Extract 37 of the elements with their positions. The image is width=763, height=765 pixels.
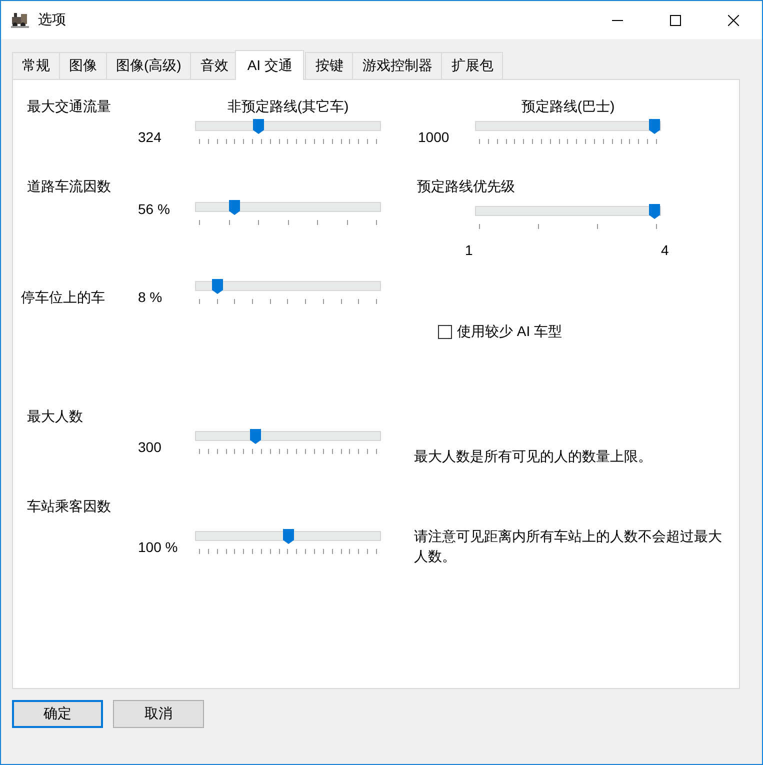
scale-label: 4 [661, 241, 669, 259]
slider-value: 100 % [138, 538, 178, 556]
scale-label: 1 [465, 241, 473, 259]
close-icon [728, 14, 738, 26]
slider-value: 300 [138, 438, 162, 456]
slider-caption: 预定路线(巴士) [520, 97, 616, 115]
slider-caption: 非预定路线(其它车) [226, 97, 350, 115]
note-text: 最大人数是所有可见的人的数量上限。 [414, 447, 653, 466]
tab[interactable]: 常规 [12, 52, 60, 79]
locomotive-icon [11, 12, 29, 28]
slider-heading: 最大人数 [27, 407, 83, 425]
slider-thumb[interactable] [212, 279, 223, 294]
slider-value: 56 % [138, 200, 170, 218]
maximize-icon [670, 14, 680, 26]
slider-thumb[interactable] [250, 429, 261, 444]
slider-thumb[interactable] [253, 119, 264, 134]
tab[interactable]: AI 交通 [235, 50, 304, 80]
dialog-button[interactable]: 确定 [12, 700, 103, 728]
tab[interactable]: 扩展包 [441, 52, 504, 79]
slider-value: 1000 [418, 128, 450, 146]
window-title: 选项 [38, 11, 66, 29]
checkbox-label: 使用较少 AI 车型 [457, 323, 562, 341]
slider-heading: 预定路线优先级 [417, 177, 515, 195]
checkbox[interactable] [438, 325, 452, 339]
slider-thumb[interactable] [649, 204, 660, 219]
slider-thumb[interactable] [282, 529, 294, 544]
slider-value: 8 % [138, 288, 162, 306]
slider-heading: 道路车流因数 [27, 177, 111, 195]
slider-value: 324 [138, 128, 162, 146]
slider-heading: 车站乘客因数 [27, 497, 111, 515]
slider-thumb[interactable] [228, 200, 240, 215]
slider-heading: 最大交通流量 [27, 97, 111, 115]
slider-heading: 停车位上的车 [21, 288, 105, 306]
note-text: 请注意可见距离内所有车站上的人数不会超过最大人数。 [414, 527, 723, 566]
tab[interactable]: 按键 [305, 52, 354, 79]
dialog-button[interactable]: 取消 [113, 700, 204, 728]
slider-thumb[interactable] [649, 119, 660, 134]
